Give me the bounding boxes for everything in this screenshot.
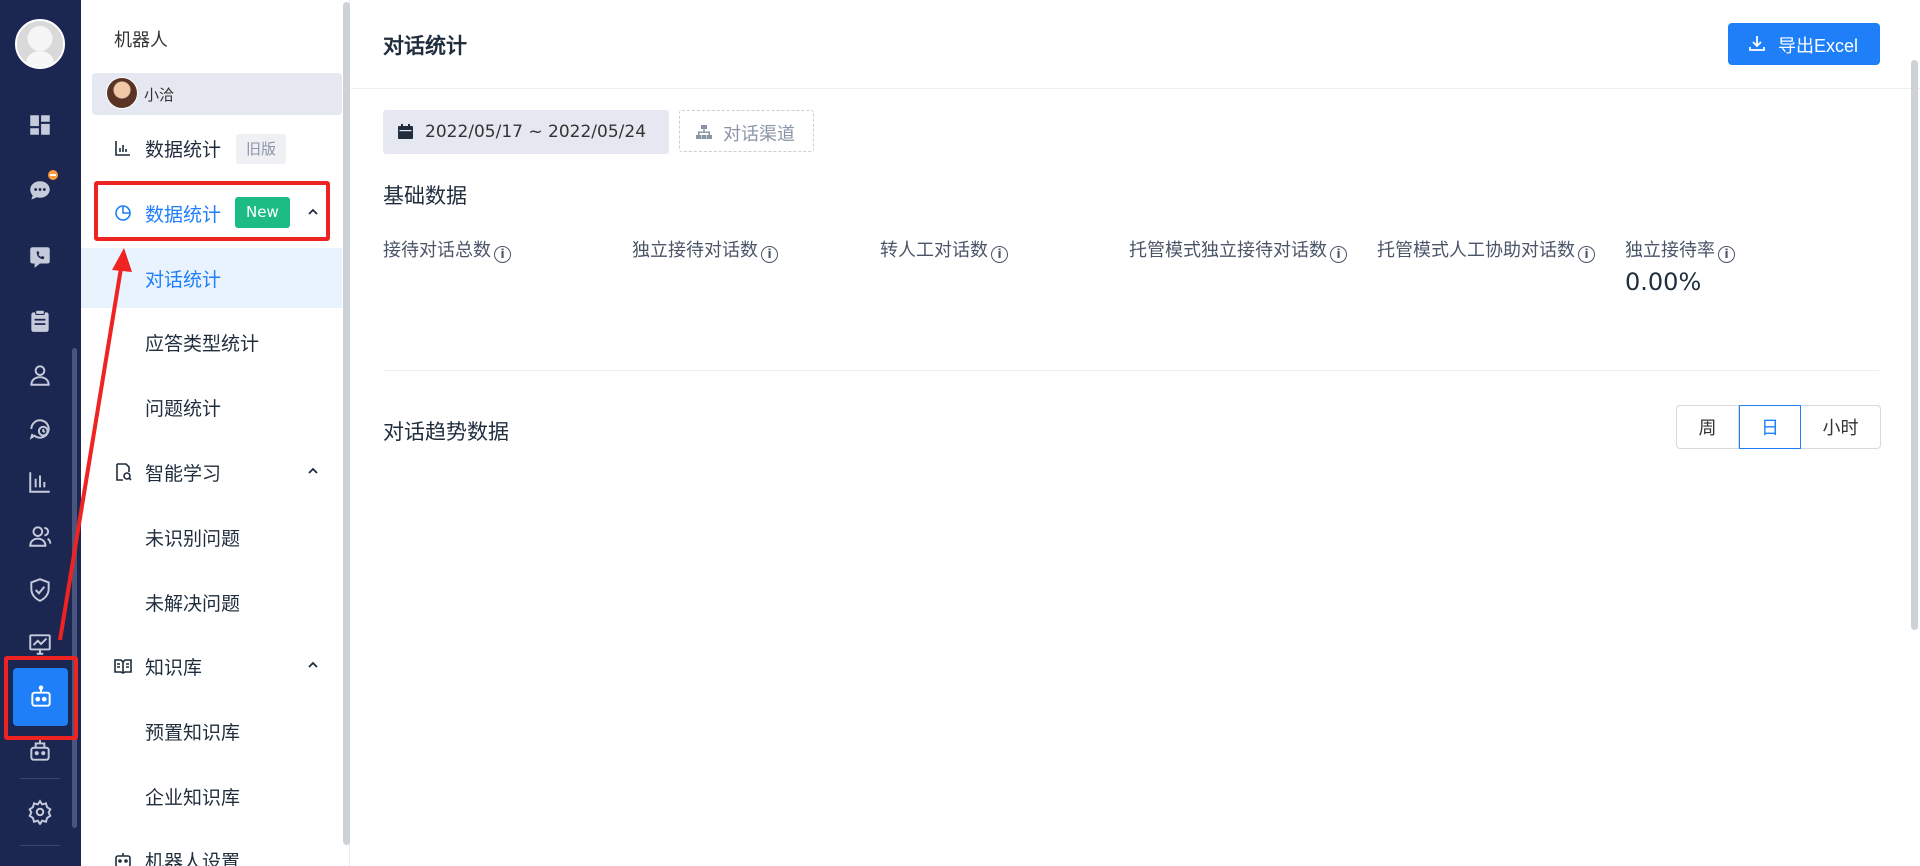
phone-chat-icon[interactable] — [25, 242, 55, 272]
calendar-icon — [398, 124, 413, 139]
main-scrollbar[interactable] — [1911, 60, 1918, 630]
sidebar-item-question-stats[interactable]: 问题统计 — [81, 377, 342, 437]
bot-avatar — [106, 77, 138, 109]
dashboard-icon[interactable] — [25, 110, 55, 140]
metric-label: 接待对话总数 — [383, 240, 491, 261]
user-icon[interactable] — [25, 360, 55, 390]
gear-icon[interactable] — [25, 797, 55, 827]
metric-total-conversations: 接待对话总数 i — [383, 236, 511, 263]
rail-divider — [20, 778, 60, 779]
hierarchy-icon — [696, 125, 712, 139]
metric-label: 托管模式人工协助对话数 — [1377, 240, 1575, 261]
info-icon[interactable]: i — [1330, 246, 1347, 263]
app-root: 机器人 小洽 数据统计 旧版 数据统计 New 对话统计 应答类型统计 问题统计… — [0, 0, 1920, 866]
period-toggle: 周 日 小时 — [1676, 405, 1881, 449]
metric-label: 托管模式独立接待对话数 — [1129, 240, 1327, 261]
sidebar-item-label: 未解决问题 — [145, 593, 241, 615]
sidebar-item-knowledge-base[interactable]: 知识库 — [81, 634, 342, 698]
section-divider — [383, 370, 1879, 371]
export-label: 导出Excel — [1778, 36, 1859, 56]
basic-data-title: 基础数据 — [383, 184, 467, 208]
gift-robot-icon[interactable] — [25, 736, 55, 766]
sidebar-item-unrecognized[interactable]: 未识别问题 — [81, 507, 342, 567]
shield-check-icon[interactable] — [25, 575, 55, 605]
notification-badge — [46, 168, 60, 182]
metric-label: 转人工对话数 — [880, 240, 988, 261]
independent-rate-value: 0.00% — [1625, 268, 1702, 296]
sidebar-item-label: 数据统计 — [145, 139, 222, 161]
trend-data-title: 对话趋势数据 — [383, 420, 509, 444]
export-excel-button[interactable]: 导出Excel — [1728, 23, 1880, 65]
annotation-box-robot-icon — [4, 656, 78, 740]
sidebar-item-stats-old[interactable]: 数据统计 — [81, 116, 342, 180]
robot-settings-icon — [115, 853, 131, 866]
info-icon[interactable]: i — [494, 246, 511, 263]
metric-label: 独立接待率 — [1625, 240, 1715, 261]
metric-hosted-independent: 托管模式独立接待对话数 i — [1129, 236, 1347, 263]
bot-selector[interactable]: 小洽 — [92, 73, 342, 115]
sidebar-item-robot-settings[interactable]: 机器人设置 — [81, 828, 342, 866]
info-icon[interactable]: i — [1578, 246, 1595, 263]
metric-independent-rate: 独立接待率 i — [1625, 236, 1735, 263]
monitor-chart-icon[interactable] — [25, 629, 55, 659]
metric-independent-conversations: 独立接待对话数 i — [632, 236, 778, 263]
sidebar-item-smart-learning[interactable]: 智能学习 — [81, 440, 342, 504]
sidebar-item-label: 企业知识库 — [145, 787, 241, 809]
sidebar-item-label: 机器人设置 — [145, 851, 241, 866]
book-icon — [114, 659, 132, 674]
sidebar-item-label: 应答类型统计 — [145, 333, 260, 355]
page-title: 对话统计 — [383, 34, 467, 58]
old-version-tag: 旧版 — [236, 134, 287, 164]
channel-filter-label: 对话渠道 — [723, 124, 795, 145]
metric-transfer-human: 转人工对话数 i — [880, 236, 1008, 263]
channel-filter-button[interactable]: 对话渠道 — [679, 110, 814, 152]
sidebar-item-preset-kb[interactable]: 预置知识库 — [81, 701, 342, 761]
rail-scrollbar[interactable] — [72, 348, 77, 828]
bot-name: 小洽 — [144, 86, 175, 104]
download-icon — [1749, 36, 1765, 51]
sidebar-item-label: 问题统计 — [145, 398, 222, 420]
period-hour-button[interactable]: 小时 — [1801, 405, 1881, 449]
period-day-button[interactable]: 日 — [1739, 405, 1801, 449]
sidebar-item-response-type-stats[interactable]: 应答类型统计 — [81, 312, 342, 372]
robot-sidebar: 机器人 小洽 数据统计 旧版 数据统计 New 对话统计 应答类型统计 问题统计… — [81, 0, 350, 866]
sidebar-item-enterprise-kb[interactable]: 企业知识库 — [81, 766, 342, 826]
chevron-up-icon — [308, 661, 318, 668]
sidebar-item-label: 知识库 — [145, 657, 203, 679]
sidebar-item-conversation-stats[interactable]: 对话统计 — [81, 248, 349, 308]
sidebar-item-label: 预置知识库 — [145, 722, 241, 744]
sidebar-item-label: 未识别问题 — [145, 528, 241, 550]
chevron-up-icon — [308, 467, 318, 474]
sidebar-scrollbar[interactable] — [343, 2, 350, 845]
date-range-picker[interactable]: 2022/05/17 ~ 2022/05/24 — [383, 110, 669, 154]
period-week-button[interactable]: 周 — [1676, 405, 1739, 449]
date-range-value: 2022/05/17 ~ 2022/05/24 — [425, 122, 647, 142]
user-avatar[interactable] — [15, 19, 65, 69]
clipboard-icon[interactable] — [25, 306, 55, 336]
team-icon[interactable] — [25, 521, 55, 551]
history-icon[interactable] — [25, 414, 55, 444]
sidebar-item-label: 对话统计 — [145, 269, 222, 291]
bar-chart-icon[interactable] — [25, 467, 55, 497]
sidebar-item-unresolved[interactable]: 未解决问题 — [81, 572, 342, 632]
main-content: 对话统计 导出Excel 2022/05/17 ~ 2022/05/24 对话渠… — [351, 0, 1920, 866]
metric-label: 独立接待对话数 — [632, 240, 758, 261]
learning-doc-icon — [116, 463, 132, 481]
sidebar-title: 机器人 — [114, 30, 168, 51]
metric-hosted-assisted: 托管模式人工协助对话数 i — [1377, 236, 1595, 263]
bar-chart-icon — [115, 141, 130, 156]
annotation-box-stats-menu — [94, 181, 330, 241]
rail-divider-bottom — [20, 845, 60, 846]
info-icon[interactable]: i — [991, 246, 1008, 263]
page-header: 对话统计 导出Excel — [351, 0, 1920, 89]
info-icon[interactable]: i — [761, 246, 778, 263]
info-icon[interactable]: i — [1718, 246, 1735, 263]
sidebar-item-label: 智能学习 — [145, 463, 222, 485]
